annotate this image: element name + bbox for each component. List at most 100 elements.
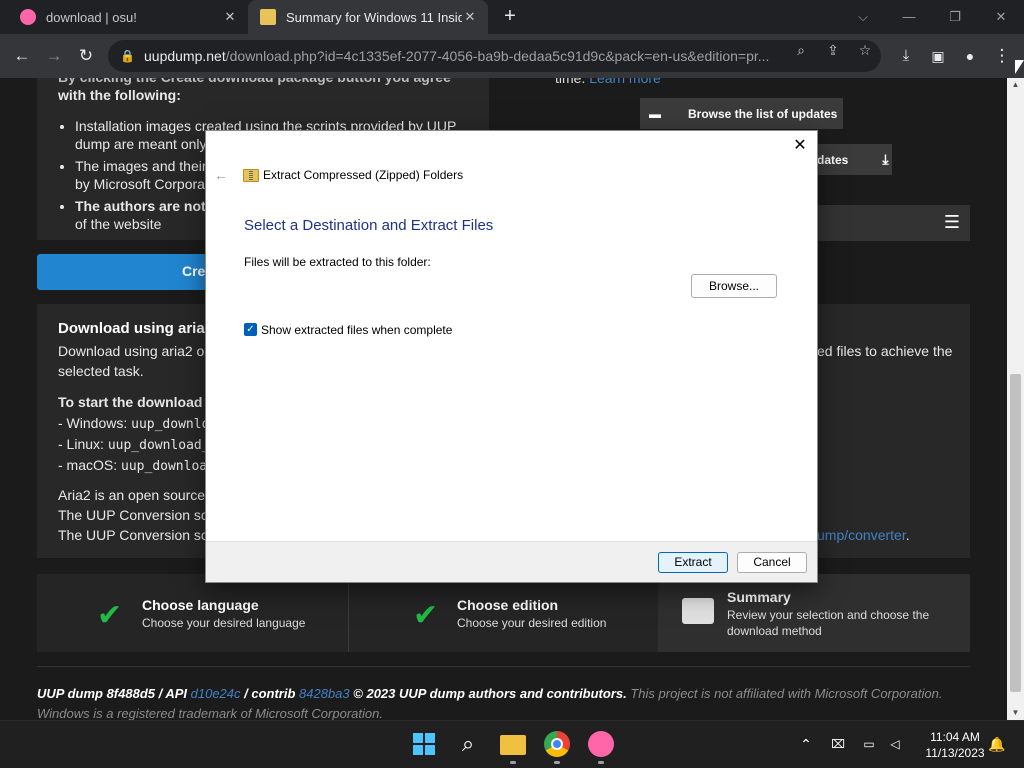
minimize-icon[interactable]: —: [898, 6, 920, 28]
side-panel-icon[interactable]: ▣: [926, 44, 950, 68]
step-desc: Choose your desired edition: [457, 616, 607, 630]
tab-title: Summary for Windows 11 Insider: [286, 9, 462, 25]
aria2-desc: Download using aria2 o: [58, 343, 205, 359]
folder-label: Files will be extracted to this folder:: [244, 255, 431, 269]
download-icon[interactable]: ⤓: [894, 44, 918, 68]
osu-favicon-icon: [20, 9, 36, 25]
clock-date: 11/13/2023: [925, 746, 985, 760]
step-choose-edition[interactable]: ✔ Choose edition Choose your desired edi…: [349, 574, 658, 652]
dialog-title: Extract Compressed (Zipped) Folders: [263, 168, 464, 182]
step-desc: Review your selection and choose the: [727, 608, 930, 622]
extract-button[interactable]: Extract: [658, 552, 728, 573]
search-icon[interactable]: ⌕: [792, 41, 810, 59]
volume-muted-icon[interactable]: ◁: [886, 735, 904, 753]
file-explorer-icon[interactable]: [500, 735, 526, 755]
api-commit-link[interactable]: d10e24c: [191, 686, 241, 701]
page-scrollbar[interactable]: ▲ ▼: [1007, 78, 1024, 720]
conversion-text-2: The UUP Conversion scr: [58, 527, 213, 543]
lock-icon: 🔒: [120, 49, 135, 63]
windows-start-icon[interactable]: [411, 731, 437, 757]
windows-taskbar: ⌕ ⌃ ⌧ ▭ ◁ 11:04 AM 11/13/2023 🔔: [0, 720, 1024, 768]
chrome-icon[interactable]: [544, 731, 570, 757]
macos-command-line: - macOS: uup_downloa: [58, 457, 208, 474]
footer-divider: [37, 666, 970, 667]
learn-more-line: time. Learn more: [555, 78, 661, 86]
network-offline-icon[interactable]: ⌧: [829, 735, 847, 753]
step-desc: Choose your desired language: [142, 616, 306, 630]
scrollbar-thumb[interactable]: [1010, 374, 1021, 692]
converter-link[interactable]: ump/converter: [817, 527, 906, 543]
step-title: Choose language: [142, 597, 259, 613]
show-hidden-icons-chevron-icon[interactable]: ⌃: [797, 735, 815, 753]
aria2-desc2: selected task.: [58, 363, 144, 379]
running-indicator: [598, 761, 604, 764]
hamburger-menu-icon[interactable]: ☰: [944, 212, 960, 233]
step-choose-language[interactable]: ✔ Choose language Choose your desired la…: [37, 574, 348, 652]
osu-app-icon[interactable]: [588, 731, 614, 757]
briefcase-icon: [682, 598, 714, 624]
uupdump-favicon-icon: [260, 9, 276, 25]
tab-search-chevron-icon[interactable]: ⌵: [852, 6, 874, 28]
new-tab-icon[interactable]: +: [500, 6, 520, 26]
converter-link-line: ump/converter.: [817, 527, 910, 543]
checkbox-label[interactable]: Show extracted files when complete: [261, 323, 452, 337]
scroll-down-arrow-icon[interactable]: ▼: [1010, 708, 1021, 718]
step-desc: download method: [727, 624, 822, 638]
close-icon[interactable]: ✕: [791, 137, 809, 155]
page-footer: UUP dump 8f488d5 / API d10e24c / contrib…: [37, 686, 943, 721]
dialog-heading: Select a Destination and Extract Files: [244, 217, 494, 234]
extract-dialog: ✕ ← Extract Compressed (Zipped) Folders …: [205, 130, 818, 583]
dialog-footer: Extract Cancel: [206, 541, 817, 582]
contrib-commit-link[interactable]: 8428ba3: [299, 686, 350, 701]
forward-arrow-icon[interactable]: →: [42, 44, 66, 68]
download-icon: ⤓: [882, 151, 889, 167]
browser-toolbar: ← → ↻ 🔒 uupdump.net/download.php?id=4c13…: [0, 34, 1024, 78]
step-summary[interactable]: Summary Review your selection and choose…: [658, 574, 970, 652]
browse-updates-label: Browse the list of updates: [688, 106, 838, 121]
display-icon[interactable]: ▭: [860, 735, 878, 753]
share-icon[interactable]: ⇪: [824, 41, 842, 59]
conversion-text-1: The UUP Conversion scr: [58, 507, 213, 523]
close-tab-icon[interactable]: ✕: [222, 9, 238, 25]
folder-icon: ▬: [649, 106, 661, 121]
windows-command-line: - Windows: uup_downlo: [58, 415, 210, 432]
create-button-label: Cre: [182, 263, 206, 279]
learn-more-link[interactable]: Learn more: [589, 78, 661, 86]
linux-command-line: - Linux: uup_download_: [58, 436, 210, 453]
address-bar[interactable]: 🔒 uupdump.net/download.php?id=4c1335ef-2…: [108, 40, 881, 72]
checkmark-icon: ✔: [97, 599, 123, 632]
running-indicator: [554, 761, 560, 764]
tab-uupdump-summary[interactable]: Summary for Windows 11 Insider ✕: [248, 0, 488, 34]
profile-icon[interactable]: ●: [958, 44, 982, 68]
agreement-heading: with the following:: [58, 87, 181, 103]
search-icon[interactable]: ⌕: [455, 731, 481, 757]
zip-folder-icon: [243, 169, 259, 182]
aria2-desc-right: ed files to achieve the: [817, 343, 953, 359]
mouse-cursor-icon: [1015, 60, 1024, 74]
cancel-button[interactable]: Cancel: [737, 552, 807, 573]
scroll-up-arrow-icon[interactable]: ▲: [1010, 80, 1021, 90]
show-extracted-files-checkbox[interactable]: ✓: [244, 323, 257, 336]
checkmark-icon: ✔: [413, 599, 439, 632]
browse-button[interactable]: Browse...: [691, 274, 777, 298]
browse-updates-button[interactable]: ▬ Browse the list of updates: [640, 98, 843, 129]
close-tab-icon[interactable]: ✕: [462, 9, 478, 25]
back-arrow-icon[interactable]: ←: [10, 44, 34, 68]
close-window-icon[interactable]: ✕: [990, 6, 1012, 28]
reload-icon[interactable]: ↻: [74, 44, 98, 68]
menu-kebab-icon[interactable]: ⋮: [990, 44, 1014, 68]
running-indicator: [510, 761, 516, 764]
tab-title: download | osu!: [46, 9, 137, 25]
bookmark-star-icon[interactable]: ☆: [856, 41, 874, 59]
back-arrow-icon[interactable]: ←: [214, 167, 228, 183]
aria2-title: Download using aria2: [58, 320, 214, 337]
url-path: /download.php?id=4c1335ef-2077-4056-ba9b…: [225, 48, 770, 64]
aria2-open-source-text: Aria2 is an open source p: [58, 487, 217, 503]
tab-osu-download[interactable]: download | osu! ✕: [8, 0, 248, 34]
clock-time: 11:04 AM: [930, 730, 980, 744]
start-download-heading: To start the download p: [58, 394, 215, 410]
clock[interactable]: 11:04 AM 11/13/2023: [918, 729, 992, 761]
updates-button-label: dates: [817, 152, 849, 167]
notification-bell-icon[interactable]: 🔔: [988, 735, 1006, 753]
restore-icon[interactable]: ❐: [944, 6, 966, 28]
